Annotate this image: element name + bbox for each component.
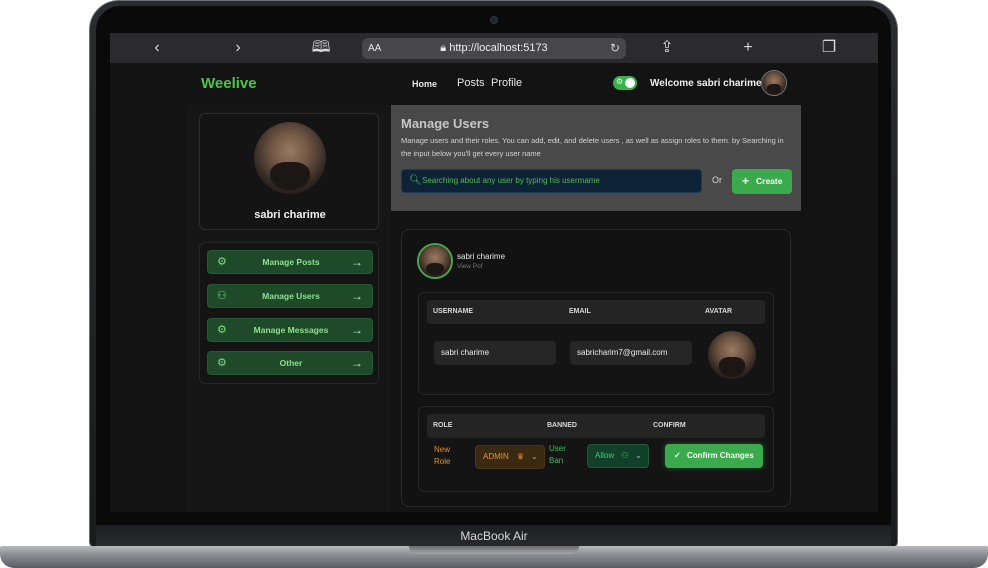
email-value: sabricharim7@gmail.com [577,348,668,357]
model-label: MacBook Air [460,529,528,543]
arrow-right-icon: → [351,323,363,337]
profile-avatar [254,122,326,194]
arrow-right-icon: → [351,289,363,303]
page-description: Manage users and their roles. You can ad… [401,136,784,158]
crown-icon: ♛ [517,452,525,461]
col-role: ROLE [433,422,453,429]
search-placeholder: Searching about any user by typing his u… [422,176,600,185]
user-role-table: ROLE BANNED CONFIRM New Role ADMIN ♛ ⌄ U… [418,406,774,492]
user-avatar[interactable] [417,243,453,279]
col-email: EMAIL [569,308,591,315]
lock-icon: 🔒︎ [440,42,450,54]
create-button[interactable]: + Create [732,169,792,194]
email-field[interactable]: sabricharim7@gmail.com [570,341,692,365]
role-select[interactable]: ADMIN ♛ ⌄ [475,445,545,469]
arrow-right-icon: → [351,356,363,370]
avatar[interactable] [708,331,756,379]
page-title: Manage Users [401,116,490,131]
user-ban-label-line1: User [549,444,566,453]
sidebar-item-manage-users[interactable]: ⚇ Manage Users → [207,284,373,308]
confirm-changes-label: Confirm Changes [687,451,754,460]
new-role-label: New Role [434,444,450,468]
nav-posts[interactable]: Posts [457,77,485,89]
sidebar-item-label: Other [279,358,303,368]
avatar[interactable] [761,70,787,96]
theme-toggle[interactable]: ⚙ [613,76,637,90]
username-value: sabri charime [441,348,490,357]
create-label: Create [756,176,783,186]
profile-name: sabri charime [254,209,326,221]
username-field[interactable]: sabri charime [434,341,556,365]
check-icon: ✓ [674,451,681,460]
user-ban-label: User Ban [549,443,566,467]
search-input[interactable]: 🔍︎ Searching about any user by typing hi… [401,169,702,193]
table-header: ROLE BANNED CONFIRM [427,414,765,438]
sidebar-item-label: Manage Posts [262,257,320,267]
laptop-notch [409,546,579,554]
sidebar-menu: ⚙ Manage Posts → ⚇ Manage Users → ⚙ Mana… [199,242,379,384]
new-role-label-line1: New [434,445,451,454]
sidebar-item-label: Manage Users [262,291,320,301]
reload-icon[interactable]: ↻ [610,38,620,59]
plus-icon: + [742,174,750,188]
col-banned: BANNED [547,422,577,429]
sidebar-item-label: Manage Messages [253,325,329,335]
new-tab-icon[interactable]: + [736,33,760,63]
url-text[interactable]: 🔒︎ http://localhost:5173 [362,38,626,59]
col-username: USERNAME [433,308,474,315]
share-icon[interactable]: ⇪ [655,33,679,63]
col-avatar: AVATAR [705,308,733,315]
nav-profile[interactable]: Profile [491,77,522,89]
arrow-right-icon: → [351,255,363,269]
sidebar-item-manage-messages[interactable]: ⚙ Manage Messages → [207,318,373,342]
view-profile-link[interactable]: View Pof [457,263,483,270]
user-card: sabri charime View Pof USERNAME EMAIL AV… [401,229,791,507]
user-name: sabri charime [457,252,506,261]
screen: ‹ › 🕮 AA 🔒︎ http://localhost:5173 ↻ ⇪ + … [110,33,878,512]
welcome-text: Welcome sabri charime [650,78,762,89]
or-label: Or [712,175,722,185]
user-info-table: USERNAME EMAIL AVATAR sabri charime sabr… [418,292,774,395]
sidebar-item-manage-posts[interactable]: ⚙ Manage Posts → [207,250,373,274]
app: Weelive Home Posts Profile ⚙ Welcome sab… [110,63,878,512]
ban-select[interactable]: Allow ⚇ ⌄ [587,444,649,468]
profile-card: sabri charime [199,113,379,230]
role-select-value: ADMIN [483,452,509,461]
sidebar: sabri charime ⚙ Manage Posts → ⚇ Manage … [186,105,391,512]
chevron-down-icon: ⌄ [531,452,538,461]
book-icon[interactable]: 🕮 [309,33,333,63]
search-icon: 🔍︎ [409,175,422,186]
brand-logo[interactable]: Weelive [201,75,257,92]
confirm-changes-button[interactable]: ✓ Confirm Changes [665,444,763,468]
new-role-label-line2: Role [434,457,451,466]
user-check-icon: ⚇ [621,451,629,460]
camera [491,17,497,23]
tabs-icon[interactable]: ❐ [817,33,841,63]
browser-toolbar: ‹ › 🕮 AA 🔒︎ http://localhost:5173 ↻ ⇪ + … [110,33,878,63]
address-bar[interactable]: AA 🔒︎ http://localhost:5173 ↻ [362,38,626,59]
toggle-knob [625,78,635,88]
chevron-right-icon[interactable]: › [226,33,250,63]
chevron-down-icon: ⌄ [635,451,642,460]
user-ban-label-line2: Ban [549,456,564,465]
chevron-left-icon[interactable]: ‹ [145,33,169,63]
nav-home[interactable]: Home [412,79,437,89]
sidebar-item-other[interactable]: ⚙ Other → [207,351,373,375]
url-value: http://localhost:5173 [449,42,548,54]
ban-select-value: Allow [595,451,615,460]
col-confirm: CONFIRM [653,422,686,429]
manage-users-header: Manage Users Manage users and their role… [391,105,801,211]
table-header: USERNAME EMAIL AVATAR [427,300,765,324]
gear-icon: ⚙ [616,77,624,86]
